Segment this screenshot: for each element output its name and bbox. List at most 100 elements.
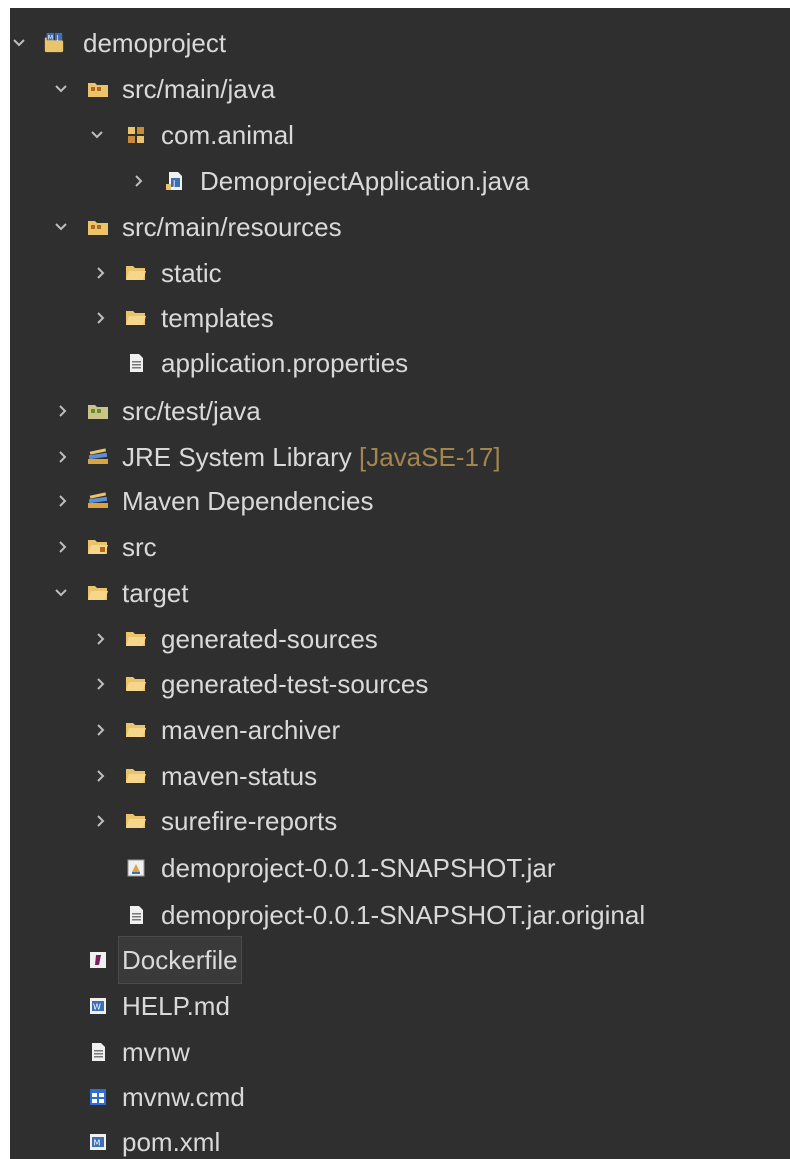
- tree-item-static[interactable]: static: [10, 250, 790, 296]
- chevron-right-icon[interactable]: [130, 172, 148, 190]
- svg-text:M: M: [48, 33, 54, 41]
- tree-item-src-main-resources[interactable]: src/main/resources: [10, 204, 790, 250]
- tree-item-snapshot-jar[interactable]: demoproject-0.0.1-SNAPSHOT.jar: [10, 845, 790, 891]
- chevron-right-icon[interactable]: [54, 448, 72, 466]
- tree-item-maven-dependencies[interactable]: Maven Dependencies: [10, 478, 790, 524]
- source-folder-icon: [87, 78, 109, 100]
- tree-item-mvnw-cmd[interactable]: mvnw.cmd: [10, 1074, 790, 1120]
- tree-item-label: src: [122, 532, 157, 562]
- chevron-right-icon[interactable]: [54, 492, 72, 510]
- java-file-icon: J: [164, 170, 186, 192]
- tree-item-pom-xml[interactable]: M pom.xml: [10, 1119, 790, 1159]
- tree-item-label: generated-sources: [161, 624, 378, 654]
- chevron-down-icon[interactable]: [52, 218, 70, 236]
- tree-item-label: Maven Dependencies: [122, 486, 374, 516]
- chevron-right-icon[interactable]: [92, 767, 110, 785]
- jar-icon: [125, 857, 147, 879]
- chevron-right-icon[interactable]: [54, 538, 72, 556]
- cmd-file-icon: [87, 1086, 109, 1108]
- svg-text:J: J: [172, 179, 175, 188]
- chevron-down-icon[interactable]: [10, 34, 28, 52]
- library-icon: [87, 446, 109, 468]
- folder-icon: [125, 673, 147, 695]
- folder-icon: [87, 536, 109, 558]
- folder-icon: [125, 765, 147, 787]
- tree-item-label: demoproject: [83, 28, 227, 58]
- chevron-right-icon[interactable]: [92, 721, 110, 739]
- jre-version-decoration: [JavaSE-17]: [358, 442, 501, 472]
- folder-icon: [87, 582, 109, 604]
- svg-text:W: W: [93, 1003, 101, 1012]
- folder-icon: [125, 307, 147, 329]
- tree-item-label: static: [161, 258, 222, 288]
- folder-icon: [125, 628, 147, 650]
- tree-item-label: pom.xml: [122, 1127, 221, 1157]
- tree-item-jre-system-library[interactable]: JRE System Library [JavaSE-17]: [10, 434, 790, 480]
- tree-item-demoproject-application[interactable]: J DemoprojectApplication.java: [10, 158, 790, 204]
- tree-item-label: com.animal: [161, 120, 294, 150]
- file-icon: [125, 904, 147, 926]
- tree-item-snapshot-jar-original[interactable]: demoproject-0.0.1-SNAPSHOT.jar.original: [10, 892, 790, 938]
- folder-icon: [125, 719, 147, 741]
- tree-item-label: HELP.md: [122, 991, 230, 1021]
- tree-item-demoproject[interactable]: M J demoproject: [10, 20, 790, 66]
- library-icon: [87, 490, 109, 512]
- tree-item-label: templates: [161, 303, 274, 333]
- tree-item-label: maven-archiver: [161, 715, 341, 745]
- tree-item-label: maven-status: [161, 761, 318, 791]
- tree-item-help-md[interactable]: W HELP.md: [10, 983, 790, 1029]
- tree-item-name: JRE System Library: [122, 442, 352, 472]
- svg-text:J: J: [56, 33, 59, 41]
- folder-icon: [125, 810, 147, 832]
- tree-item-label: target: [122, 578, 189, 608]
- chevron-right-icon[interactable]: [92, 630, 110, 648]
- tree-item-generated-test-sources[interactable]: generated-test-sources: [10, 661, 790, 707]
- file-icon: [125, 352, 147, 374]
- tree-item-label: DemoprojectApplication.java: [200, 166, 530, 196]
- maven-pom-icon: M: [87, 1131, 109, 1153]
- tree-item-mvnw[interactable]: mvnw: [10, 1029, 790, 1075]
- tree-item-label: src/main/resources: [122, 212, 342, 242]
- source-folder-icon: [87, 216, 109, 238]
- chevron-down-icon[interactable]: [88, 126, 106, 144]
- markdown-file-icon: W: [87, 995, 109, 1017]
- tree-item-surefire-reports[interactable]: surefire-reports: [10, 798, 790, 844]
- tree-item-generated-sources[interactable]: generated-sources: [10, 616, 790, 662]
- tree-item-label: surefire-reports: [161, 806, 338, 836]
- chevron-down-icon[interactable]: [52, 584, 70, 602]
- tree-item-src[interactable]: src: [10, 524, 790, 570]
- tree-item-com-animal[interactable]: com.animal: [10, 112, 790, 158]
- tree-item-label: src/test/java: [122, 396, 261, 426]
- tree-item-label: Dockerfile: [118, 936, 242, 984]
- tree-item-label: JRE System Library [JavaSE-17]: [122, 434, 501, 480]
- chevron-right-icon[interactable]: [92, 675, 110, 693]
- tree-item-label: generated-test-sources: [161, 669, 429, 699]
- folder-icon: [125, 262, 147, 284]
- tree-item-target[interactable]: target: [10, 570, 790, 616]
- chevron-down-icon[interactable]: [52, 80, 70, 98]
- tree-item-maven-status[interactable]: maven-status: [10, 753, 790, 799]
- tree-item-label: demoproject-0.0.1-SNAPSHOT.jar.original: [161, 900, 646, 930]
- tree-item-maven-archiver[interactable]: maven-archiver: [10, 707, 790, 753]
- tree-item-dockerfile[interactable]: Dockerfile: [10, 936, 790, 984]
- project-explorer-tree: M J demoproject src/main/java com.animal…: [10, 8, 790, 1159]
- java-project-icon: M J: [43, 32, 65, 54]
- package-icon: [125, 124, 147, 146]
- svg-text:M: M: [94, 1139, 101, 1148]
- tree-item-label: mvnw: [122, 1037, 190, 1067]
- dockerfile-icon: [87, 949, 109, 971]
- tree-item-application-properties[interactable]: application.properties: [10, 340, 790, 386]
- tree-item-templates[interactable]: templates: [10, 295, 790, 341]
- tree-item-label: mvnw.cmd: [122, 1082, 245, 1112]
- tree-item-label: src/main/java: [122, 74, 276, 104]
- chevron-right-icon[interactable]: [92, 309, 110, 327]
- tree-item-label: application.properties: [161, 348, 409, 378]
- file-icon: [87, 1041, 109, 1063]
- chevron-right-icon[interactable]: [92, 264, 110, 282]
- test-source-folder-icon: [87, 400, 109, 422]
- tree-item-src-test-java[interactable]: src/test/java: [10, 388, 790, 434]
- chevron-right-icon[interactable]: [92, 812, 110, 830]
- tree-item-src-main-java[interactable]: src/main/java: [10, 66, 790, 112]
- chevron-right-icon[interactable]: [54, 402, 72, 420]
- tree-item-label: demoproject-0.0.1-SNAPSHOT.jar: [161, 853, 556, 883]
